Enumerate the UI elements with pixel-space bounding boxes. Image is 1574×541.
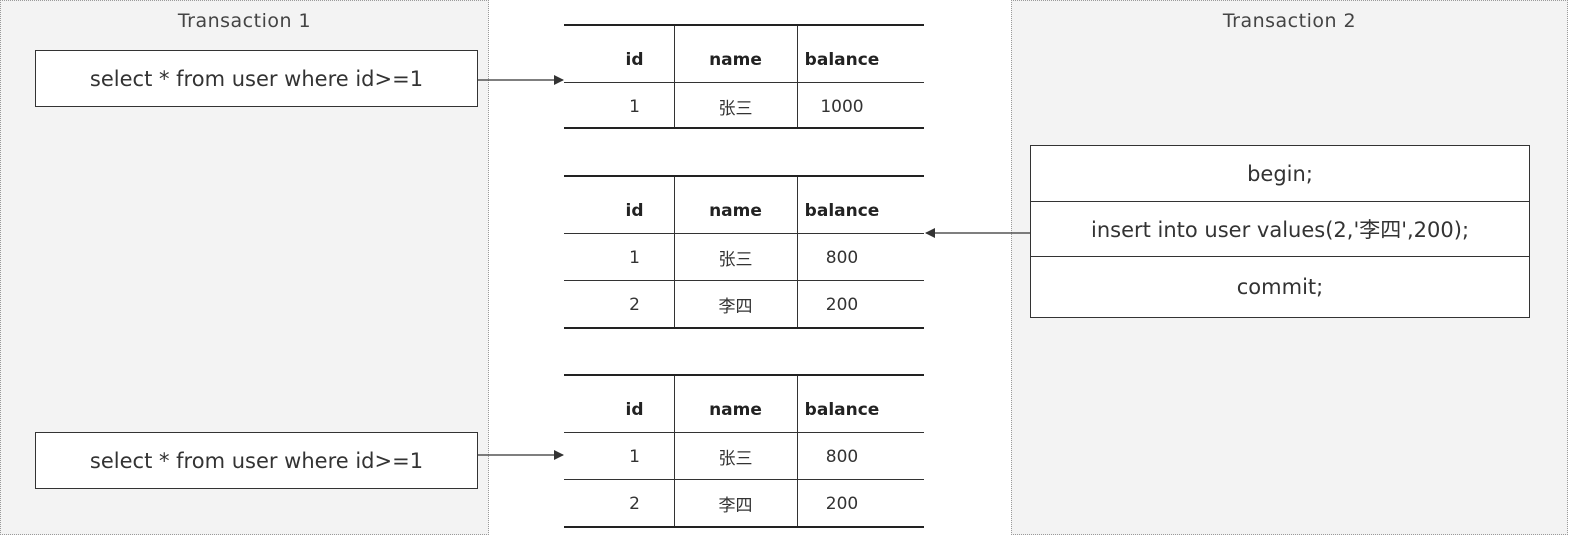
connector-arrows	[478, 75, 1030, 460]
